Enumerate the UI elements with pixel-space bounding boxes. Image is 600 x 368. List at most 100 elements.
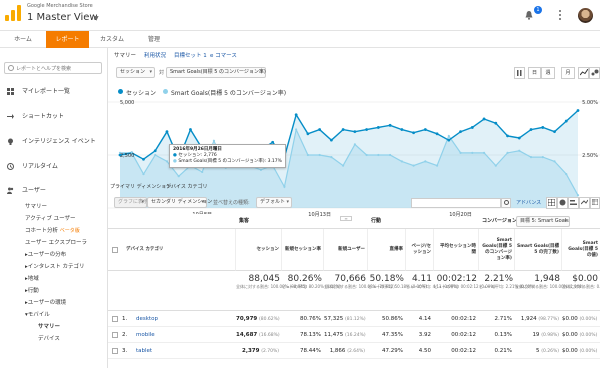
- account-name[interactable]: Google Merchandise Store: [27, 3, 93, 9]
- subnav-usage[interactable]: 利用状況: [144, 51, 166, 59]
- sidebar-sub-interests[interactable]: ▸インタレスト カテゴリ: [0, 262, 107, 273]
- column-header-pages-per-session[interactable]: ページ/セッション: [406, 229, 434, 271]
- table-filter-input[interactable]: [411, 198, 501, 208]
- series1-point: [142, 157, 145, 161]
- series1-legend-label[interactable]: セッション: [126, 88, 156, 97]
- sidebar-sub-cohort[interactable]: コホート分析 ベータ版: [0, 226, 107, 237]
- row-dimension-link[interactable]: desktop: [136, 311, 236, 327]
- sidebar-item-shortcuts[interactable]: ショートカット: [0, 110, 107, 123]
- series1-point: [353, 130, 357, 134]
- cell-new-session-rate: 78.44%: [300, 348, 321, 354]
- sidebar-sub-mobile-devices[interactable]: デバイス: [0, 334, 107, 345]
- table-view-data-button[interactable]: [546, 197, 557, 209]
- group-conversion-label: コンバージョン: [482, 218, 517, 224]
- row-checkbox[interactable]: [112, 316, 118, 322]
- metric2-select[interactable]: Smart Goals(目標 5 のコンバージョン率): [166, 67, 266, 78]
- series2-point: [482, 151, 486, 154]
- series1-point: [541, 126, 545, 129]
- period-day-button[interactable]: 日: [528, 67, 541, 79]
- select-all-checkbox[interactable]: [112, 246, 118, 253]
- series2-legend-label[interactable]: Smart Goals(目標 5 のコンバージョン率): [171, 88, 286, 97]
- tooltip-line2: ● Smart Goals(目標 5 のコンバージョン率): 3.17%: [173, 159, 282, 164]
- tab-reports[interactable]: レポート: [46, 31, 89, 48]
- series2-point: [154, 153, 157, 157]
- sidebar-sub-demographics[interactable]: ▸ユーザーの分布: [0, 250, 107, 261]
- cell-avg-session-duration: 00:02:12: [451, 332, 476, 338]
- column-header-new-users[interactable]: 新規ユーザー: [324, 229, 368, 271]
- sidebar-item-realtime[interactable]: リアルタイム: [0, 160, 107, 173]
- advanced-link[interactable]: アドバンス: [516, 199, 541, 206]
- subnav-ecommerce[interactable]: e コマース: [210, 51, 237, 59]
- sidebar-sub-mobile-summary[interactable]: サマリー: [0, 322, 107, 333]
- column-header-goal-completions[interactable]: Smart Goals(目標 5 の完了数): [515, 229, 562, 271]
- table-row[interactable]: 2. mobile 14,687 (16.68%) 78.13% 11,475 …: [108, 327, 600, 343]
- period-hour-button[interactable]: [514, 67, 525, 79]
- chevron-down-icon[interactable]: ▼: [94, 15, 99, 22]
- sidebar-search[interactable]: [4, 62, 102, 74]
- column-header-bounce-rate[interactable]: 直帰率: [368, 229, 406, 271]
- table-row[interactable]: 3. tablet 2,379 (2.70%) 78.44% 1,866 (2.…: [108, 343, 600, 359]
- period-week-button[interactable]: 週: [541, 67, 555, 79]
- table-view-pie-button[interactable]: [557, 197, 568, 209]
- series1-point: [376, 126, 380, 129]
- primary-dimension-value[interactable]: デバイス カテゴリ: [166, 183, 207, 190]
- secondary-dimension-select[interactable]: セカンダリ ディメンション: [147, 197, 212, 208]
- table-row[interactable]: 1. desktop 70,979 (80.62%) 80.76% 57,325…: [108, 311, 600, 327]
- view-name[interactable]: 1 Master View: [27, 12, 98, 23]
- notification-badge: 1: [534, 6, 542, 14]
- search-input[interactable]: [16, 64, 100, 73]
- tab-admin[interactable]: 管理: [135, 31, 173, 48]
- subnav-goal-set[interactable]: 目標セット 1: [174, 51, 207, 59]
- series1-point: [400, 128, 404, 131]
- subnav-summary[interactable]: サマリー: [114, 51, 136, 59]
- sidebar-sub-behavior[interactable]: ▸行動: [0, 286, 107, 297]
- goal-select[interactable]: 目標 5: Smart Goals: [516, 216, 570, 227]
- row-dimension-link[interactable]: mobile: [136, 327, 236, 343]
- tab-home[interactable]: ホーム: [0, 31, 46, 48]
- row-checkbox[interactable]: [112, 348, 118, 354]
- row-checkbox[interactable]: [112, 332, 118, 338]
- series2-point: [306, 153, 309, 157]
- tab-custom[interactable]: カスタム: [89, 31, 135, 48]
- column-header-goal-value[interactable]: Smart Goals(目標 5 の値): [562, 229, 600, 271]
- series1-point: [564, 119, 568, 123]
- plot-rows-button[interactable]: グラフに表示: [114, 197, 148, 208]
- y-right-tick-label: 5.00%: [582, 100, 598, 106]
- table-view-compare-button[interactable]: [579, 197, 590, 209]
- line-chart-toggle[interactable]: [578, 67, 589, 79]
- sort-type-select[interactable]: デフォルト: [256, 197, 292, 208]
- sidebar-item-users[interactable]: ユーザー: [0, 184, 107, 197]
- series1-point: [482, 117, 486, 121]
- table-view-pivot-button[interactable]: [590, 197, 600, 209]
- column-header-sessions[interactable]: セッション: [236, 229, 282, 271]
- more-vert-icon[interactable]: [555, 9, 565, 21]
- sidebar-sub-geo[interactable]: ▸地域: [0, 274, 107, 285]
- motion-chart-toggle[interactable]: [589, 67, 600, 79]
- column-header-avg-session-duration[interactable]: 平均セッション時間: [434, 229, 479, 271]
- analytics-logo-icon[interactable]: [5, 5, 21, 21]
- sidebar-sub-active-users[interactable]: アクティブ ユーザー: [0, 214, 107, 225]
- total-avg-session-duration: 00:02:12 ビューの平均: 00:02:12 (0.00%): [434, 274, 496, 289]
- sidebar-sub-technology[interactable]: ▸ユーザーの環境: [0, 298, 107, 309]
- metric1-select[interactable]: セッション: [116, 67, 155, 78]
- column-header-dimension[interactable]: デバイス カテゴリ: [108, 229, 236, 271]
- y-right-tick-label: 2.50%: [582, 153, 598, 159]
- period-month-button[interactable]: 月: [561, 67, 575, 79]
- sidebar-item-intelligence[interactable]: インテリジェンス イベント: [0, 135, 107, 148]
- sidebar-item-my-reports[interactable]: マイレポート一覧: [0, 85, 107, 98]
- series1-point: [294, 113, 298, 117]
- row-dimension-link[interactable]: tablet: [136, 343, 236, 359]
- series1-point: [470, 126, 474, 129]
- table-view-performance-button[interactable]: [568, 197, 579, 209]
- beta-badge: ベータ版: [59, 228, 80, 234]
- sidebar-sub-mobile[interactable]: ▾モバイル: [0, 310, 107, 321]
- sidebar-sub-summary[interactable]: サマリー: [0, 202, 107, 213]
- bell-icon[interactable]: [524, 10, 534, 20]
- line-chart-icon: [579, 68, 588, 76]
- column-header-goal-conversion-rate[interactable]: Smart Goals(目標 5 のコンバージョン率): [479, 229, 515, 271]
- table-search-button[interactable]: [501, 198, 511, 208]
- cell-new-users: 57,325 (81.12%): [324, 316, 366, 322]
- column-header-new-session-rate[interactable]: 新規セッション率: [282, 229, 324, 271]
- avatar[interactable]: [578, 8, 593, 23]
- sidebar-sub-user-explorer[interactable]: ユーザー エクスプローラ: [0, 238, 107, 249]
